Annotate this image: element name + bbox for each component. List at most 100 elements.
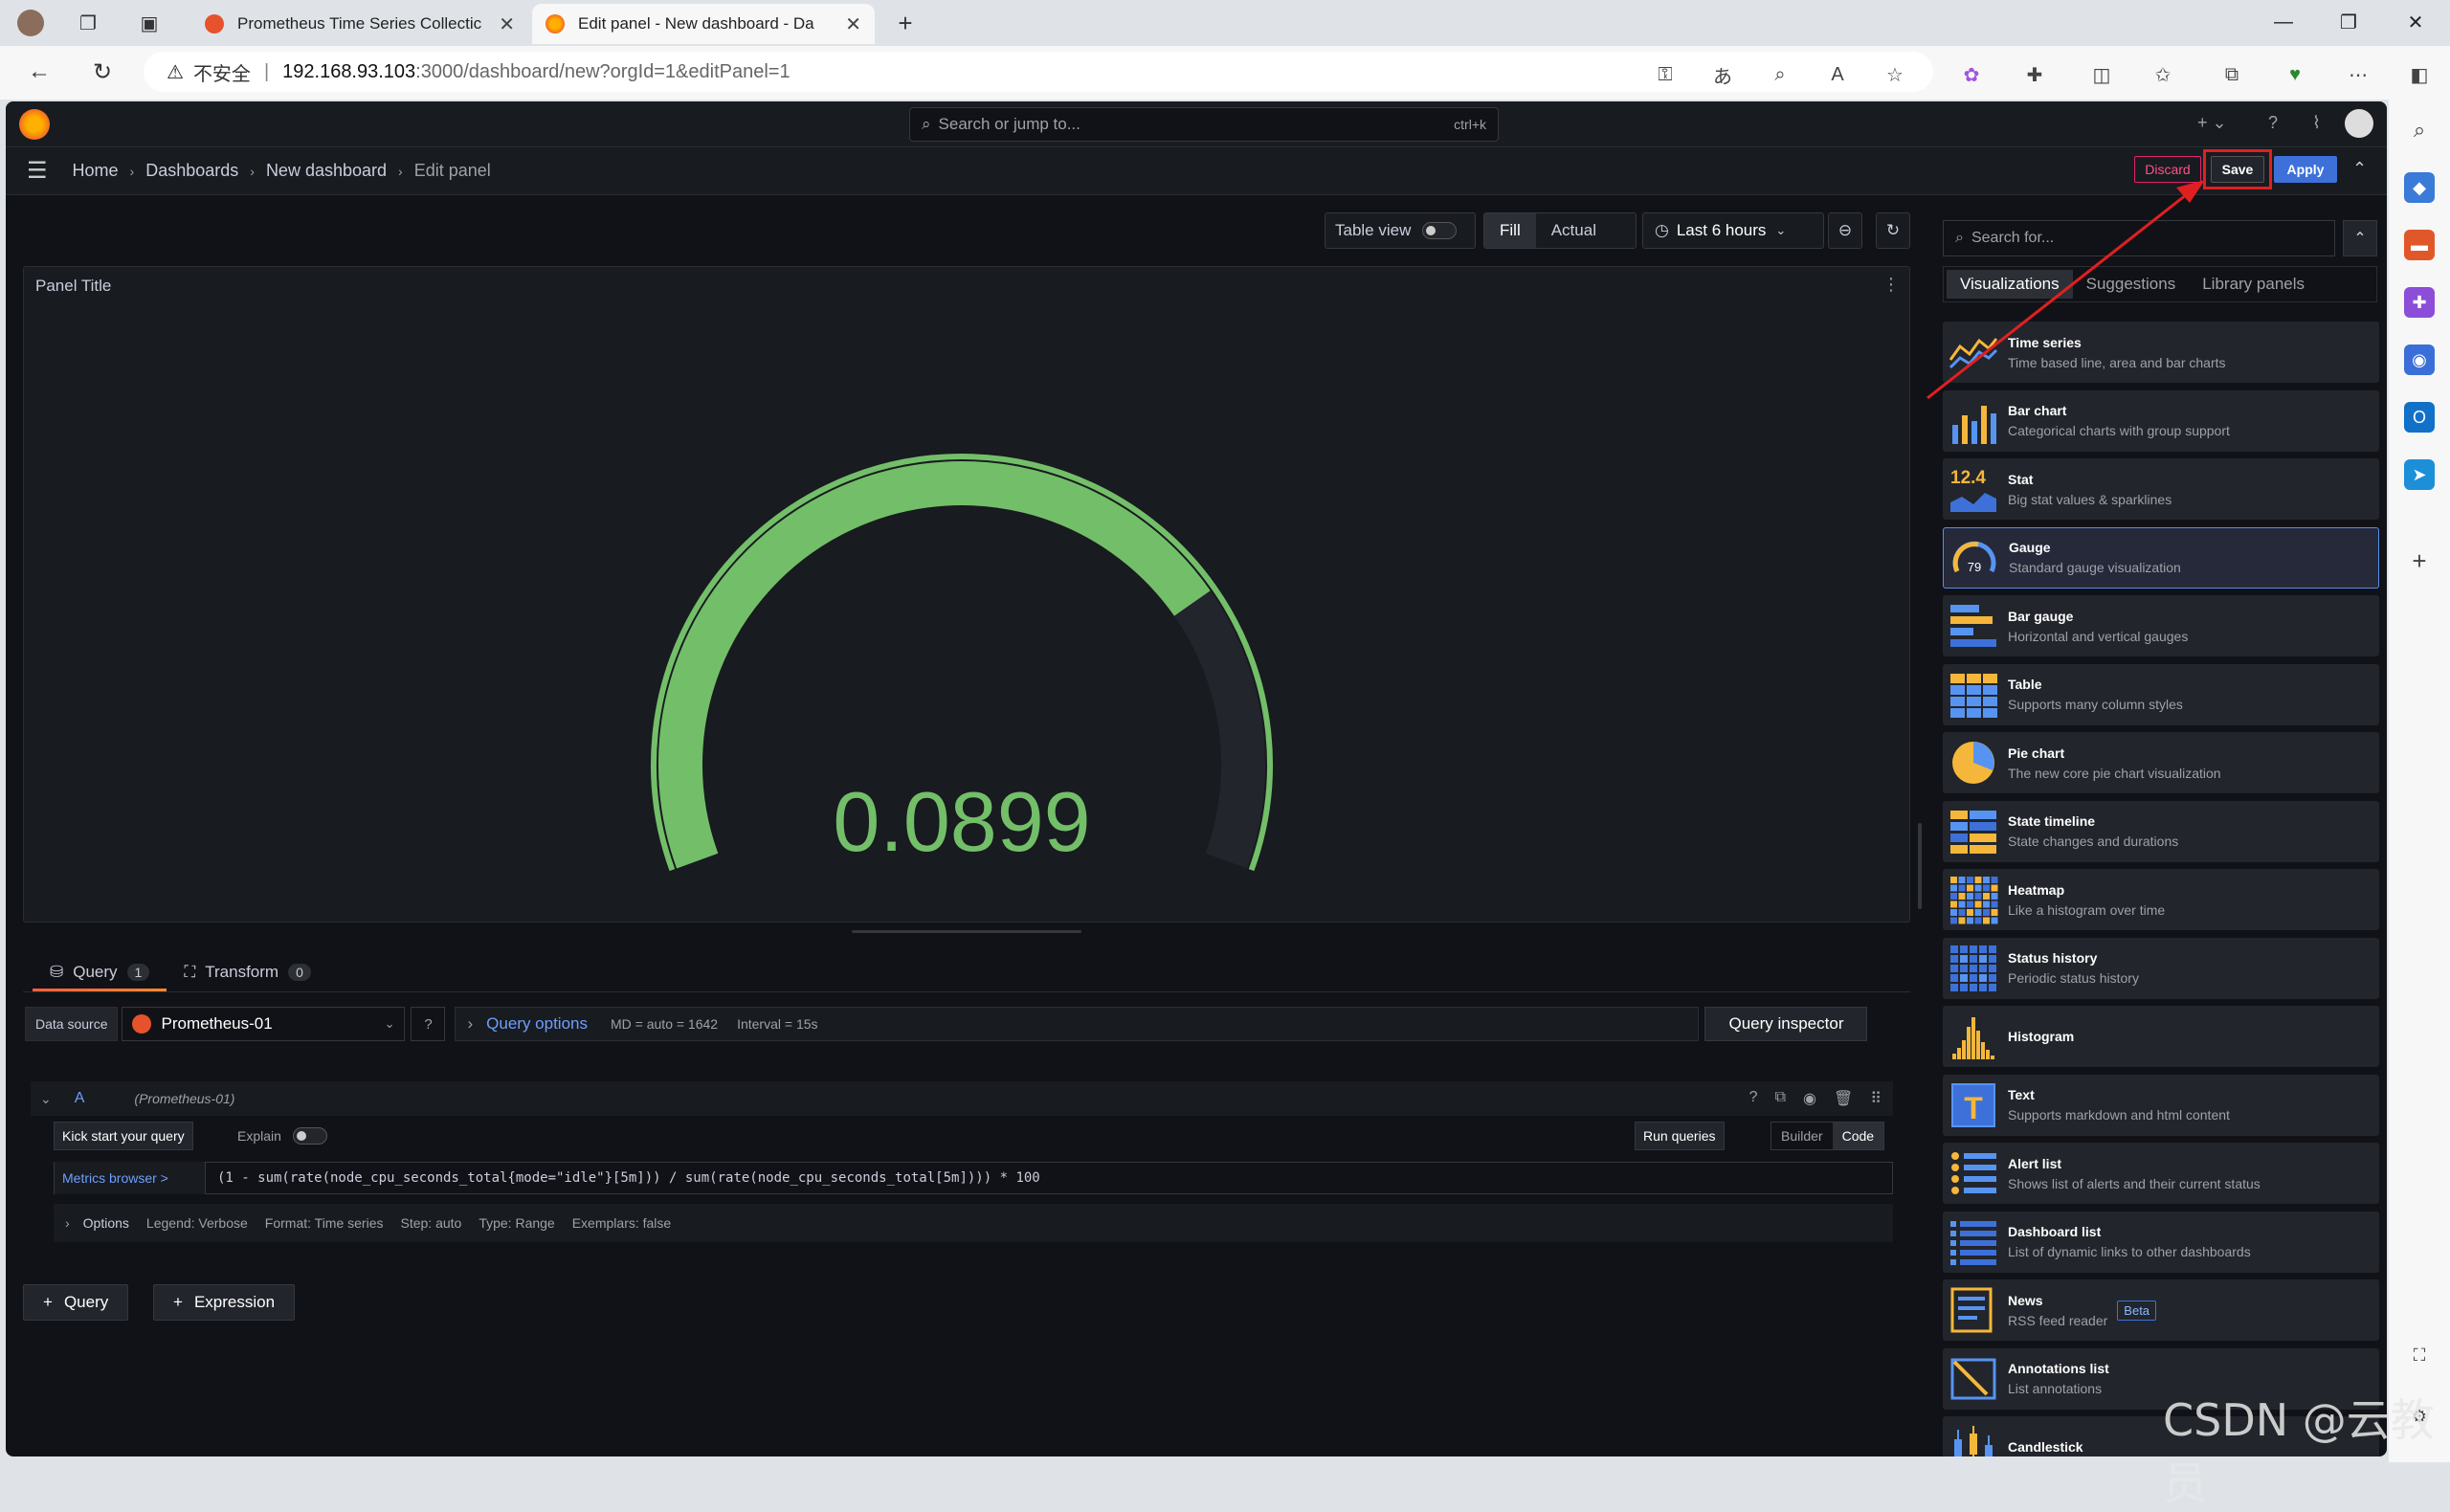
- table-view-toggle[interactable]: Table view: [1325, 212, 1476, 249]
- profile-avatar-icon[interactable]: [15, 8, 46, 38]
- more-menu-icon[interactable]: ⋯: [2343, 59, 2373, 90]
- vertical-splitter[interactable]: [1918, 823, 1922, 909]
- close-window-icon[interactable]: ✕: [2387, 0, 2444, 44]
- promql-expression[interactable]: (1 - sum(rate(node_cpu_seconds_total{mod…: [206, 1170, 1040, 1186]
- breadcrumb-dashboards[interactable]: Dashboards: [145, 161, 238, 181]
- menu-icon[interactable]: ☰: [27, 157, 48, 185]
- viz-item-histogram[interactable]: Histogram: [1943, 1006, 2379, 1067]
- add-sidebar-icon[interactable]: +: [2404, 545, 2435, 576]
- panel-menu-icon[interactable]: ⋮: [1882, 275, 1900, 295]
- time-range-picker[interactable]: ◷ Last 6 hours ⌄: [1642, 212, 1824, 249]
- breadcrumb-home[interactable]: Home: [73, 161, 119, 181]
- favorite-star-icon[interactable]: ☆: [1880, 59, 1910, 90]
- read-aloud-icon[interactable]: A: [1822, 59, 1853, 90]
- viz-item-status-history[interactable]: Status history Periodic status history: [1943, 937, 2379, 999]
- panel-resize-handle[interactable]: [852, 930, 1081, 933]
- help-icon[interactable]: ?: [1749, 1089, 1758, 1108]
- query-options-bar[interactable]: › Query options MD = auto = 1642 Interva…: [455, 1007, 1700, 1041]
- duplicate-icon[interactable]: ⧉: [1775, 1089, 1786, 1108]
- tab-prometheus[interactable]: Prometheus Time Series Collectic ✕: [191, 4, 528, 44]
- collections-icon[interactable]: ⧉: [2216, 59, 2247, 90]
- browser-essentials-icon[interactable]: ♥: [2280, 59, 2310, 90]
- query-ref-id[interactable]: A: [75, 1090, 85, 1107]
- send-icon[interactable]: ➤: [2404, 459, 2435, 490]
- query-inspector-button[interactable]: Query inspector: [1704, 1007, 1868, 1041]
- kick-start-button[interactable]: Kick start your query: [54, 1122, 193, 1150]
- tab-visualizations[interactable]: Visualizations: [1947, 270, 2073, 299]
- help-icon[interactable]: ?: [2268, 113, 2278, 133]
- zoom-out-button[interactable]: ⊖: [1828, 212, 1862, 249]
- viz-item-bar-chart[interactable]: Bar chart Categorical charts with group s…: [1943, 389, 2379, 452]
- fill-option[interactable]: Fill: [1484, 213, 1536, 248]
- actual-option[interactable]: Actual: [1536, 221, 1612, 240]
- apply-button[interactable]: Apply: [2274, 156, 2337, 183]
- new-tab-icon[interactable]: +: [890, 8, 921, 38]
- viz-item-state-timeline[interactable]: State timeline State changes and duration…: [1943, 800, 2379, 862]
- close-tab-icon[interactable]: ✕: [845, 12, 861, 36]
- refresh-icon[interactable]: ↻: [86, 56, 119, 88]
- tag-icon[interactable]: ◆: [2404, 172, 2435, 203]
- back-icon[interactable]: ←: [23, 56, 56, 88]
- close-tab-icon[interactable]: ✕: [499, 12, 515, 36]
- puzzle-icon[interactable]: ✚: [2404, 287, 2435, 318]
- datasource-help-icon[interactable]: ?: [411, 1007, 446, 1041]
- viz-item-text[interactable]: T Text Supports markdown and html content: [1943, 1074, 2379, 1136]
- chevron-up-icon[interactable]: ⌃: [2352, 159, 2367, 179]
- explain-toggle[interactable]: [293, 1127, 327, 1145]
- query-options-row[interactable]: › Options Legend: Verbose Format: Time s…: [54, 1204, 1893, 1242]
- viz-item-gauge[interactable]: 79 Gauge Standard gauge visualization: [1943, 526, 2379, 589]
- tab-query[interactable]: ⛁ Query 1: [33, 953, 167, 991]
- split-screen-icon[interactable]: ◫: [2086, 59, 2117, 90]
- tab-library-panels[interactable]: Library panels: [2189, 270, 2318, 299]
- add-query-button[interactable]: + Query: [23, 1284, 129, 1321]
- viz-collapse-button[interactable]: ⌃: [2343, 220, 2377, 256]
- outlook-icon[interactable]: O: [2404, 402, 2435, 433]
- eye-icon[interactable]: ◉: [1803, 1089, 1816, 1108]
- code-mode[interactable]: Code: [1832, 1123, 1884, 1149]
- minimize-icon[interactable]: —: [2255, 0, 2312, 44]
- toolbox-icon[interactable]: ▬: [2404, 230, 2435, 260]
- viz-item-time-series[interactable]: Time series Time based line, area and bar…: [1943, 322, 2379, 383]
- refresh-button[interactable]: ↻: [1876, 212, 1910, 249]
- viz-search-input[interactable]: ⌕ Search for...: [1943, 220, 2335, 256]
- promql-editor[interactable]: Metrics browser > (1 - sum(rate(node_cpu…: [54, 1162, 1893, 1194]
- viz-item-pie-chart[interactable]: Pie chart The new core pie chart visualiz…: [1943, 732, 2379, 793]
- search-input[interactable]: ⌕ Search or jump to... ctrl+k: [909, 107, 1499, 142]
- sidebar-toggle-icon[interactable]: ◧: [2404, 59, 2435, 90]
- zoom-icon[interactable]: ⌕: [1765, 59, 1795, 90]
- viz-item-alert-list[interactable]: Alert list Shows list of alerts and their…: [1943, 1143, 2379, 1204]
- viz-item-bar-gauge[interactable]: Bar gauge Horizontal and vertical gauges: [1943, 595, 2379, 656]
- copilot-icon[interactable]: ✿: [1956, 59, 1987, 90]
- translate-icon[interactable]: あ: [1707, 59, 1738, 90]
- tab-edit-panel[interactable]: Edit panel - New dashboard - Da ✕: [532, 4, 875, 44]
- extensions-icon[interactable]: ✚: [2019, 59, 2050, 90]
- viz-item-stat[interactable]: 12.4 Stat Big stat values & sparklines: [1943, 458, 2379, 520]
- drag-handle-icon[interactable]: ⠿: [1870, 1089, 1882, 1108]
- workspaces-icon[interactable]: ❐: [73, 8, 103, 38]
- password-key-icon[interactable]: ⚿: [1650, 59, 1681, 90]
- news-feed-icon[interactable]: ⌇: [2312, 113, 2321, 133]
- trash-icon[interactable]: 🗑: [1834, 1089, 1853, 1108]
- collapse-chevron-icon[interactable]: ⌄: [40, 1091, 52, 1107]
- viz-item-heatmap[interactable]: Heatmap Like a histogram over time: [1943, 869, 2379, 930]
- add-expression-button[interactable]: + Expression: [153, 1284, 296, 1321]
- copilot-side-icon[interactable]: ◉: [2404, 345, 2435, 375]
- viz-item-table[interactable]: Table Supports many column styles: [1943, 663, 2379, 725]
- grafana-logo-icon[interactable]: [19, 109, 50, 140]
- run-queries-button[interactable]: Run queries: [1635, 1122, 1725, 1150]
- discard-button[interactable]: Discard: [2134, 156, 2201, 183]
- datasource-select[interactable]: Prometheus-01 ⌄: [122, 1007, 406, 1041]
- tab-transform[interactable]: ⛶ Transform 0: [167, 953, 328, 991]
- metrics-browser-button[interactable]: Metrics browser >: [55, 1162, 206, 1194]
- user-avatar[interactable]: [2345, 109, 2373, 138]
- search-icon[interactable]: ⌕: [2404, 115, 2435, 145]
- favorites-icon[interactable]: ✩: [2148, 59, 2178, 90]
- toggle-switch[interactable]: [1422, 222, 1458, 239]
- viz-item-dashboard-list[interactable]: Dashboard list List of dynamic links to o…: [1943, 1211, 2379, 1273]
- add-new-icon[interactable]: + ⌄: [2197, 113, 2227, 133]
- builder-mode[interactable]: Builder: [1771, 1128, 1833, 1144]
- tab-actions-icon[interactable]: ▣: [134, 8, 165, 38]
- screenshot-icon[interactable]: ⛶: [2404, 1340, 2435, 1370]
- restore-icon[interactable]: ❐: [2320, 0, 2377, 44]
- viz-item-news[interactable]: News RSS feed reader Beta: [1943, 1279, 2379, 1341]
